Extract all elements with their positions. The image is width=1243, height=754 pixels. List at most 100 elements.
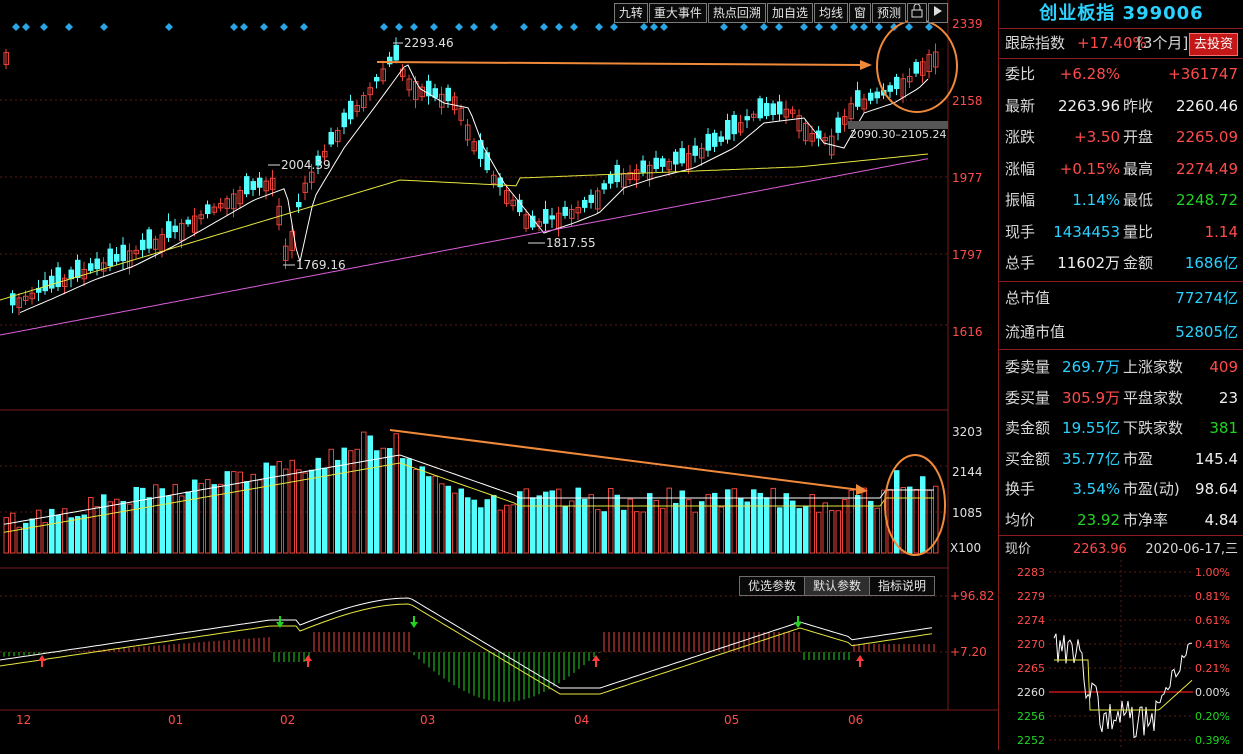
range-annotation: 2090.30–2105.24 (850, 128, 946, 141)
candle (913, 61, 919, 74)
volume-bar (634, 511, 640, 554)
volume-bar (614, 494, 620, 554)
volume-bar (198, 482, 204, 554)
volume-bar (276, 461, 282, 554)
dea-line (0, 603, 933, 695)
quote-value-2: 145.4 (1195, 449, 1238, 468)
event-diamond-icon (100, 23, 108, 31)
candle (445, 87, 451, 102)
volume-bar (653, 499, 659, 554)
volume-bar (315, 457, 321, 554)
market-cap-value: 77274亿 (1175, 289, 1238, 307)
jiuzhuan-button[interactable]: 九转 (613, 3, 648, 23)
volume-bar (146, 497, 152, 554)
hotspot-review-button[interactable]: 热点回溯 (707, 3, 766, 23)
play-arrow-icon[interactable] (928, 3, 948, 23)
invest-button[interactable]: 去投资 (1188, 33, 1238, 56)
x-axis-label: 02 (280, 713, 295, 727)
volume-axis-label: 3203 (952, 425, 983, 439)
mini-pct-label: 0.61% (1195, 614, 1230, 627)
major-events-button[interactable]: 重大事件 (648, 3, 707, 23)
volume-bar (478, 507, 484, 554)
low1-annotation: 1769.16 (296, 258, 346, 272)
volume-bar (185, 491, 191, 554)
quote-label: 振幅 (1005, 191, 1036, 209)
volume-bar (205, 479, 211, 554)
volume-axis-unit: X100 (950, 541, 981, 555)
candle (588, 194, 594, 203)
volume-bar (686, 499, 692, 554)
volume-bar (140, 487, 146, 554)
volume-bar (426, 476, 432, 554)
event-diamond-icon (860, 23, 868, 31)
event-diamond-icon (760, 23, 768, 31)
volume-bar (907, 486, 913, 554)
high-annotation: 2293.46 (404, 36, 454, 50)
tab-optimal-params[interactable]: 优选参数 (739, 576, 806, 596)
quote-label: 委买量 (1005, 388, 1051, 407)
candle (484, 152, 490, 171)
event-diamond-icon (12, 23, 20, 31)
volume-bar (783, 493, 789, 554)
event-diamond-icon (815, 23, 823, 31)
buy-signal-arrow-icon (856, 655, 864, 667)
volume-bar (354, 448, 360, 554)
quote-value: 2263.96 (1057, 96, 1120, 115)
quote-row: 总手 11602万 金额 1686亿 (1003, 250, 1240, 276)
candle (257, 177, 263, 188)
event-diamond-icon (380, 23, 388, 31)
tab-default-params[interactable]: 默认参数 (804, 576, 871, 596)
candle (250, 181, 256, 190)
quote-label-2: 平盘家数 (1123, 388, 1184, 407)
volume-bar (81, 514, 87, 554)
event-diamond-icon (555, 23, 563, 31)
window-button[interactable]: 窗 (848, 3, 871, 23)
arrow-head-icon (860, 60, 872, 70)
volume-bar (153, 484, 159, 554)
kline-chart-area[interactable]: 2339 2158 1977 1797 1616 3203 2144 1085 … (0, 0, 998, 750)
price-axis-label: 2339 (952, 17, 983, 31)
quote-label-2: 最高 (1123, 159, 1154, 178)
tab-indicator-help[interactable]: 指标说明 (869, 576, 936, 596)
candle (718, 136, 724, 142)
event-diamond-icon (490, 23, 498, 31)
volume-bar (419, 466, 425, 554)
volume-bar (127, 503, 133, 554)
volume-bar (270, 465, 276, 554)
macd-param-tabs: 优选参数 默认参数 指标说明 (739, 576, 936, 596)
event-diamond-icon (650, 23, 658, 31)
event-markers-row[interactable] (12, 23, 933, 31)
moving-average-button[interactable]: 均线 (813, 3, 848, 23)
quote-value-2: 2248.72 (1175, 191, 1238, 209)
add-watchlist-button[interactable]: 加自选 (766, 3, 813, 23)
event-diamond-icon (395, 23, 403, 31)
volume-bar (484, 499, 490, 554)
quote-value-2: 4.84 (1204, 510, 1238, 529)
x-axis-label: 06 (848, 713, 863, 727)
candle (341, 112, 347, 128)
candle (835, 117, 841, 133)
quote-value-2: 1.14 (1204, 222, 1238, 241)
quote-label-2: 金额 (1123, 254, 1154, 272)
chart-svg[interactable]: 2339 2158 1977 1797 1616 3203 2144 1085 … (0, 0, 998, 750)
quote-row: 委买量 305.9万 平盘家数 23 (1003, 385, 1240, 411)
macd-indicator (0, 597, 935, 702)
quote-label: 买金额 (1005, 449, 1051, 468)
lock-icon[interactable] (907, 3, 927, 23)
intraday-mini-chart[interactable]: 2283 1.00% 2279 0.81% 2274 0.61% 2270 0.41% 2265… (999, 560, 1243, 750)
candle (146, 229, 152, 249)
quote-value: 19.55亿 (1062, 419, 1120, 437)
volume-bar (361, 431, 367, 554)
quote-value-2: 2265.09 (1175, 128, 1238, 146)
volume-axis-label: 1085 (952, 506, 983, 520)
mini-price-label: 2260 (1017, 686, 1045, 699)
ma-short-line (19, 64, 929, 314)
volume-bar (920, 476, 926, 554)
volume-bar (705, 494, 711, 554)
volume-bar (536, 495, 542, 554)
candle (712, 132, 718, 147)
forecast-button[interactable]: 预测 (871, 3, 906, 23)
quote-panel: 创业板指 399006 跟踪指数 +17.40% [3个月] 去投资 委比 +6.… (998, 0, 1243, 750)
sell-signal-arrow-icon (794, 616, 802, 628)
quote-value-2: +361747 (1168, 65, 1238, 83)
